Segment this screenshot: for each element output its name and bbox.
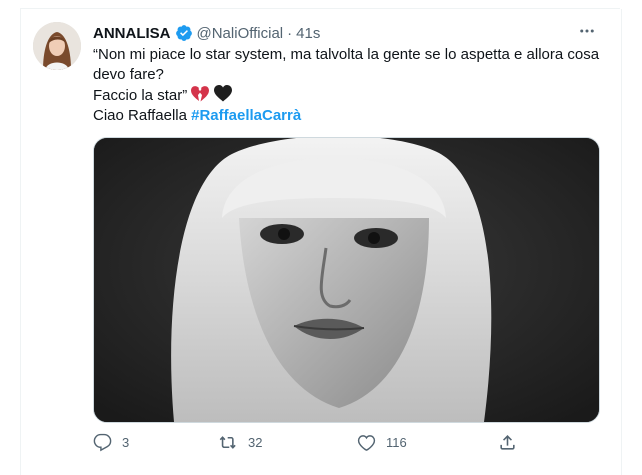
tweet-photo[interactable]	[93, 137, 600, 423]
tweet-text-line-4: Ciao Raffaella #RaffaellaCarrà	[93, 106, 603, 126]
avatar[interactable]	[33, 22, 81, 70]
like-button[interactable]: 116	[357, 430, 407, 454]
more-icon	[580, 29, 594, 33]
broken-heart-emoji	[191, 86, 210, 102]
tweet-text-line-3: Faccio la star”	[93, 85, 603, 106]
separator-dot: ·	[287, 24, 293, 42]
share-icon	[500, 434, 515, 450]
tweet-text-line-4-prefix: Ciao Raffaella	[93, 107, 192, 124]
tweet-header: ANNALISA @NaliOfficial · 41s	[93, 22, 320, 44]
user-handle[interactable]: @NaliOfficial	[197, 25, 284, 42]
timeline-top-border	[20, 0, 620, 9]
reply-button[interactable]: 3	[93, 430, 129, 454]
display-name[interactable]: ANNALISA	[93, 25, 171, 42]
tweet-timestamp[interactable]: 41s	[296, 25, 320, 42]
avatar-image	[33, 22, 81, 70]
tweet-text: “Non mi piace lo star system, ma talvolt…	[93, 45, 603, 126]
share-button[interactable]	[498, 430, 517, 454]
tweet-actions: 3 32 116	[93, 430, 523, 454]
tweet-text-line-3-text: Faccio la star”	[93, 87, 188, 104]
verified-badge-icon	[175, 25, 192, 41]
reply-icon	[93, 433, 112, 451]
like-icon	[357, 434, 376, 451]
retweet-button[interactable]: 32	[219, 430, 262, 454]
more-options-button[interactable]	[574, 20, 600, 42]
reply-count: 3	[122, 434, 130, 450]
hashtag-link[interactable]: #RaffaellaCarrà	[191, 107, 301, 124]
tweet-text-line-2: devo fare?	[93, 66, 164, 83]
black-heart-emoji	[213, 85, 232, 102]
retweet-count: 32	[248, 434, 263, 450]
tweet-text-line-1: “Non mi piace lo star system, ma talvolt…	[93, 46, 600, 63]
like-count: 116	[386, 434, 407, 450]
portrait-photo	[94, 138, 599, 422]
retweet-icon	[219, 435, 236, 449]
